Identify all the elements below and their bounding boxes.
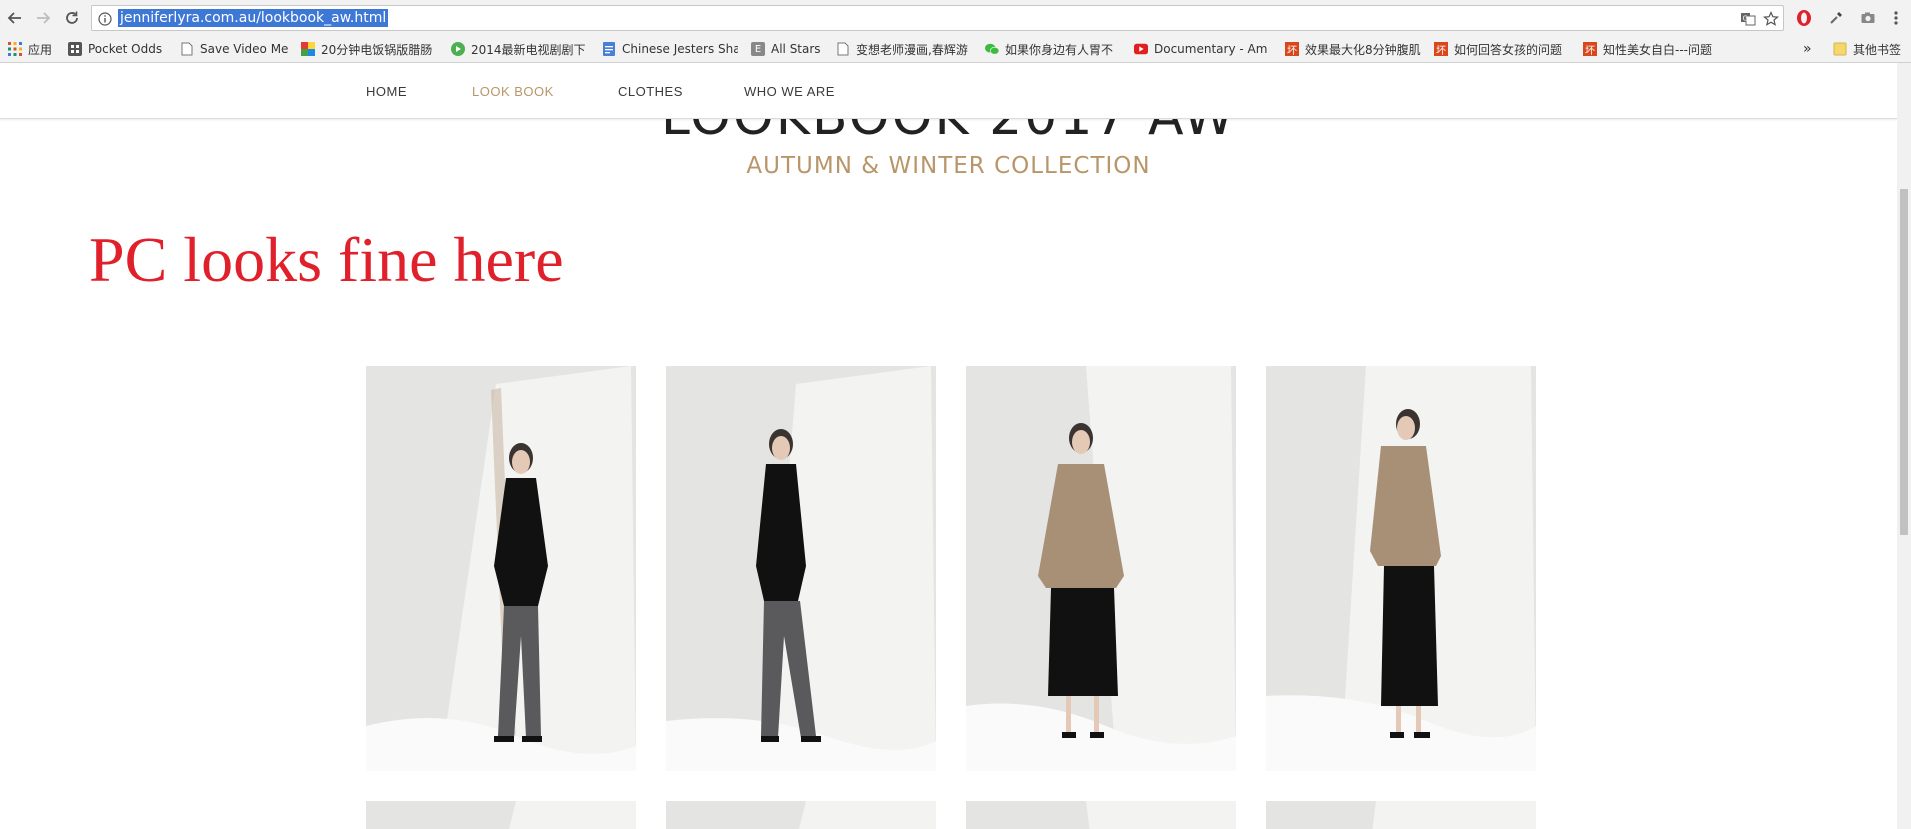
other-bookmarks[interactable]: 其他书签 <box>1833 39 1911 59</box>
address-bar[interactable]: jenniferlyra.com.au/lookbook_aw.html G <box>91 5 1784 31</box>
reload-button[interactable] <box>60 6 84 30</box>
back-button[interactable] <box>3 6 27 30</box>
model-photo-image <box>366 801 636 829</box>
forward-button[interactable] <box>31 6 55 30</box>
other-bookmarks-label: 其他书签 <box>1853 42 1902 57</box>
bookmark-label: All Stars <box>771 42 821 56</box>
model-photo-image <box>1266 366 1536 771</box>
bookmark-label: Documentary - Am <box>1154 42 1268 56</box>
menu-dots-icon[interactable] <box>1886 6 1906 30</box>
bookmark-label: 如何回答女孩的问题 <box>1454 42 1563 57</box>
folder-icon <box>1833 42 1847 56</box>
page-icon <box>180 42 194 56</box>
svg-text:G: G <box>1743 15 1748 23</box>
bookmark-stomach[interactable]: 如果你身边有人胃不 <box>985 39 1123 59</box>
bookmark-star-icon[interactable] <box>1762 10 1780 28</box>
page-scrollbar[interactable] <box>1897 63 1911 829</box>
bookmark-pocket-odds[interactable]: Pocket Odds <box>68 39 170 59</box>
bookmark-label: Pocket Odds <box>88 42 163 56</box>
browser-toolbar: jenniferlyra.com.au/lookbook_aw.html G <box>0 0 1911 36</box>
doc-icon <box>602 42 616 56</box>
nav-who-we-are[interactable]: WHO WE ARE <box>744 84 835 99</box>
model-photo-image <box>966 801 1236 829</box>
huai-icon: 坏 <box>1285 42 1299 57</box>
model-photo-image <box>366 366 636 771</box>
bookmark-abs-workout[interactable]: 坏 效果最大化8分钟腹肌 <box>1285 39 1421 59</box>
bookmark-chinese-jesters[interactable]: Chinese Jesters Sha <box>602 39 738 59</box>
lookbook-photo-8[interactable] <box>1266 801 1536 829</box>
apps-grid-icon <box>8 42 22 56</box>
bookmark-label: Save Video Me <box>200 42 289 56</box>
lookbook-photo-3[interactable] <box>966 366 1236 771</box>
pocket-odds-icon <box>68 42 82 56</box>
bookmark-label: 变想老师漫画,春辉游 <box>856 42 968 57</box>
eyedropper-extension-icon[interactable] <box>1824 6 1848 30</box>
bookmarks-overflow-button[interactable]: » <box>1803 39 1815 59</box>
wechat-icon <box>985 42 999 56</box>
page-icon <box>836 42 850 56</box>
reload-icon <box>66 11 78 24</box>
bookmark-label: Chinese Jesters Sha <box>622 42 738 56</box>
forward-arrow-icon <box>37 12 51 24</box>
opera-extension-icon[interactable] <box>1792 6 1816 30</box>
nav-clothes[interactable]: CLOTHES <box>618 84 683 99</box>
bookmark-label: 如果你身边有人胃不 <box>1005 42 1114 57</box>
bookmark-apps[interactable]: 应用 <box>8 39 60 59</box>
lookbook-photo-5[interactable] <box>366 801 636 829</box>
model-photo-image <box>666 801 936 829</box>
bookmark-answer-girls[interactable]: 坏 如何回答女孩的问题 <box>1434 39 1568 59</box>
lookbook-photo-2[interactable] <box>666 366 936 771</box>
bookmark-label: 应用 <box>28 42 53 57</box>
youtube-icon <box>1134 42 1148 56</box>
model-photo-image <box>1266 801 1536 829</box>
back-arrow-icon <box>7 12 21 24</box>
lookbook-photo-6[interactable] <box>666 801 936 829</box>
bookmark-documentary[interactable]: Documentary - Am <box>1134 39 1272 59</box>
translate-icon[interactable]: G <box>1739 10 1757 28</box>
lookbook-photo-1[interactable] <box>366 366 636 771</box>
bookmark-label: 2014最新电视剧剧下 <box>471 42 586 57</box>
camera-extension-icon[interactable] <box>1856 6 1880 30</box>
lookbook-photo-7[interactable] <box>966 801 1236 829</box>
collection-subtitle: AUTUMN & WINTER COLLECTION <box>746 153 1151 179</box>
colorful-icon <box>301 42 315 56</box>
site-navigation: HOME LOOK BOOK CLOTHES WHO WE ARE <box>0 63 1897 119</box>
nav-lookbook[interactable]: LOOK BOOK <box>472 84 554 99</box>
bookmark-20min-sausage[interactable]: 20分钟电饭锅版腊肠 <box>301 39 439 59</box>
bookmark-intellectual-beauty[interactable]: 坏 知性美女自白---问题 <box>1583 39 1719 59</box>
e-icon: E <box>751 42 765 56</box>
bookmark-label: 20分钟电饭锅版腊肠 <box>321 42 433 57</box>
bookmark-comic[interactable]: 变想老师漫画,春辉游 <box>836 39 970 59</box>
url-text[interactable]: jenniferlyra.com.au/lookbook_aw.html <box>118 9 389 27</box>
annotation-text: PC looks fine here <box>89 224 564 295</box>
bookmark-2014-tv[interactable]: 2014最新电视剧剧下 <box>451 39 587 59</box>
scrollbar-thumb[interactable] <box>1900 189 1908 535</box>
huai-icon: 坏 <box>1434 42 1448 57</box>
bookmarks-bar: 应用 Pocket Odds Save Video Me 20分钟电饭锅版腊肠 … <box>0 36 1911 63</box>
site-info-icon[interactable] <box>96 10 114 28</box>
model-photo-image <box>966 366 1236 771</box>
huai-icon: 坏 <box>1583 42 1597 57</box>
bookmark-label: 知性美女自白---问题 <box>1603 42 1712 57</box>
bookmark-label: 效果最大化8分钟腹肌 <box>1305 42 1421 57</box>
lookbook-photo-4[interactable] <box>1266 366 1536 771</box>
bookmark-save-video[interactable]: Save Video Me <box>180 39 292 59</box>
model-photo-image <box>666 366 936 771</box>
nav-home[interactable]: HOME <box>366 84 407 99</box>
play-circle-icon <box>451 42 465 56</box>
page-viewport: LOOKBOOK 2017 AW HOME LOOK BOOK CLOTHES … <box>0 63 1897 829</box>
bookmark-all-stars[interactable]: E All Stars <box>751 39 833 59</box>
